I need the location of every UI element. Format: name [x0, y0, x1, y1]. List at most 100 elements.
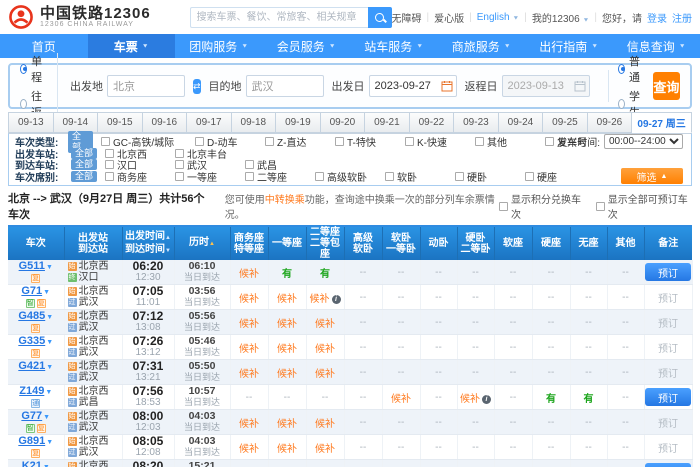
col-header-6[interactable]: 二等座二等包座: [306, 226, 344, 260]
register-link[interactable]: 注册: [672, 10, 692, 25]
date-tab-09-22[interactable]: 09-22: [410, 112, 455, 133]
filter-all-chip-depart-station[interactable]: 全部: [71, 148, 97, 159]
col-header-10[interactable]: 硬卧二等卧: [457, 226, 494, 260]
filter-option[interactable]: 一等座: [175, 169, 245, 184]
filter-all-chip-arrive-station[interactable]: 全部: [71, 159, 97, 170]
chevron-down-icon[interactable]: ▼: [46, 439, 53, 446]
train-cell: G71▼智复: [8, 285, 64, 310]
book-button[interactable]: 预订: [645, 388, 691, 406]
date-tab-09-20[interactable]: 09-20: [321, 112, 366, 133]
top-link-care-version[interactable]: 爱心版: [434, 10, 464, 25]
stations-cell: 始北京西过武昌: [64, 460, 122, 467]
nav-item-travel-guide[interactable]: 出行指南▼: [525, 34, 613, 58]
filter-option[interactable]: 高级软卧: [315, 169, 385, 184]
date-tab-09-26[interactable]: 09-26: [588, 112, 633, 133]
nav-item-group-services[interactable]: 团购服务▼: [175, 34, 263, 58]
chevron-down-icon[interactable]: ▼: [43, 289, 50, 296]
train-number-link[interactable]: G421: [18, 360, 45, 372]
from-input[interactable]: [107, 75, 185, 97]
filter-button[interactable]: 筛选▲: [621, 168, 683, 184]
col-header-7[interactable]: 高级软卧: [344, 226, 382, 260]
from-station: 始北京西: [68, 386, 122, 397]
col-header-1[interactable]: 出发站到达站: [64, 226, 122, 260]
sort-asc-icon[interactable]: ▲: [165, 235, 171, 241]
search-button[interactable]: [368, 7, 392, 28]
nav-item-business-travel[interactable]: 商旅服务▼: [438, 34, 526, 58]
train-number-link[interactable]: K21: [22, 460, 42, 467]
filter-all-chip-seat-class[interactable]: 全部: [71, 171, 97, 182]
filter-option[interactable]: 商务座: [105, 169, 175, 184]
date-tab-09-18[interactable]: 09-18: [232, 112, 277, 133]
date-tab-09-13[interactable]: 09-13: [8, 112, 54, 133]
train-number-link[interactable]: Z149: [19, 385, 44, 397]
train-number-link[interactable]: G77: [21, 410, 42, 422]
login-link[interactable]: 登录: [647, 10, 667, 25]
train-number-link[interactable]: G891: [18, 435, 45, 447]
date-tab-09-19[interactable]: 09-19: [276, 112, 321, 133]
filter-panel: 车次类型:全部GC-高铁/城际D-动车Z-直达T-特快K-快速其他复兴号智能动车…: [8, 133, 692, 186]
stations-cell: 始北京西过武汉: [64, 360, 122, 385]
col-header-2[interactable]: 出发时间▲到达时间▼: [122, 226, 174, 260]
col-header-3[interactable]: 历时▲: [174, 226, 230, 260]
chevron-down-icon[interactable]: ▼: [46, 339, 53, 346]
chevron-down-icon[interactable]: ▼: [43, 414, 50, 421]
top-link-language[interactable]: English ▼: [477, 12, 520, 23]
remark-cell: 预订: [644, 385, 692, 410]
col-header-5[interactable]: 一等座: [268, 226, 306, 260]
date-tab-09-27[interactable]: 09-27 周三: [632, 112, 692, 133]
col-header-8[interactable]: 软卧一等卧: [382, 226, 420, 260]
search-input[interactable]: [190, 7, 368, 28]
swap-stations-icon[interactable]: ⇄: [193, 79, 201, 94]
logo[interactable]: 中国铁路12306 12306 CHINA RAILWAY: [8, 4, 190, 30]
nav-item-tickets[interactable]: 车票▼: [88, 34, 176, 58]
sort-asc-icon[interactable]: ▲: [209, 241, 215, 247]
col-header-9[interactable]: 动卧: [420, 226, 457, 260]
col-header-0[interactable]: 车次: [8, 226, 64, 260]
book-button[interactable]: 预订: [645, 263, 691, 281]
date-tab-09-25[interactable]: 09-25: [543, 112, 588, 133]
date-tab-09-24[interactable]: 09-24: [499, 112, 544, 133]
train-number-link[interactable]: G485: [18, 310, 45, 322]
nav-item-station-services[interactable]: 站车服务▼: [350, 34, 438, 58]
display-option-1[interactable]: 显示全部可预订车次: [596, 191, 692, 221]
filter-option-label: 硬座: [537, 169, 557, 184]
trip-type-one-way[interactable]: 单程: [20, 53, 45, 85]
col-header-12[interactable]: 硬座: [532, 226, 570, 260]
date-tab-09-15[interactable]: 09-15: [98, 112, 143, 133]
top-link-my-12306[interactable]: 我的12306 ▼: [532, 10, 590, 25]
top-link-accessibility[interactable]: 无障碍: [392, 10, 422, 25]
col-header-4[interactable]: 商务座特等座: [230, 226, 268, 260]
date-tab-09-21[interactable]: 09-21: [365, 112, 410, 133]
filter-option[interactable]: 软卧: [385, 169, 455, 184]
book-button[interactable]: 预订: [645, 463, 691, 467]
date-tab-09-17[interactable]: 09-17: [187, 112, 232, 133]
passenger-type-normal[interactable]: 普通: [618, 53, 643, 85]
chevron-down-icon[interactable]: ▼: [46, 314, 53, 321]
col-header-13[interactable]: 无座: [570, 226, 607, 260]
query-button[interactable]: 查询: [653, 72, 680, 100]
display-option-0[interactable]: 显示积分兑换车次: [499, 191, 586, 221]
train-number-link[interactable]: G335: [18, 335, 45, 347]
transfer-link[interactable]: 中转换乘: [265, 195, 305, 206]
chevron-down-icon[interactable]: ▼: [45, 389, 52, 396]
filter-option[interactable]: 硬座: [525, 169, 595, 184]
date-tab-09-23[interactable]: 09-23: [454, 112, 499, 133]
info-icon[interactable]: i: [482, 395, 491, 404]
train-number-link[interactable]: G71: [21, 285, 42, 297]
duration-value: 05:50: [175, 361, 230, 372]
nav-item-member-services[interactable]: 会员服务▼: [263, 34, 351, 58]
filter-option[interactable]: 二等座: [245, 169, 315, 184]
arrival-day: 当日到达: [175, 372, 230, 383]
info-icon[interactable]: i: [332, 295, 341, 304]
col-header-15[interactable]: 备注: [644, 226, 692, 260]
date-tab-09-16[interactable]: 09-16: [143, 112, 188, 133]
sort-desc-icon[interactable]: ▼: [165, 248, 171, 254]
chevron-down-icon[interactable]: ▼: [46, 264, 53, 271]
train-number-link[interactable]: G511: [19, 260, 45, 272]
chevron-down-icon[interactable]: ▼: [46, 364, 53, 371]
col-header-11[interactable]: 软座: [494, 226, 532, 260]
date-tab-09-14[interactable]: 09-14: [54, 112, 99, 133]
col-header-14[interactable]: 其他: [607, 226, 644, 260]
filter-option[interactable]: 硬卧: [455, 169, 525, 184]
to-input[interactable]: [246, 75, 324, 97]
